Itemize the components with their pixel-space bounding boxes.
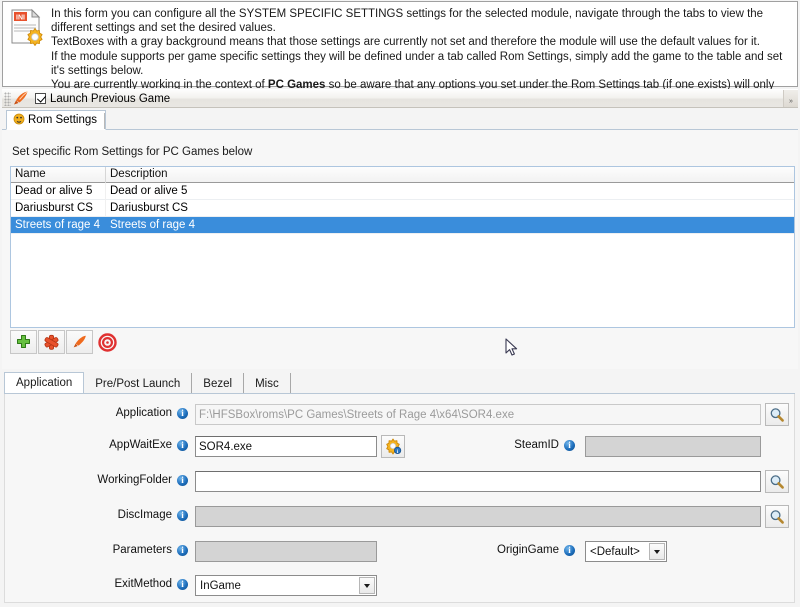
ini-document-gear-icon: INI	[9, 8, 45, 48]
info-icon[interactable]	[177, 439, 188, 451]
info-paragraph-3: If the module supports per game specific…	[51, 50, 783, 77]
steamid-label-group: SteamID	[435, 439, 575, 451]
add-rom-button[interactable]	[10, 330, 37, 354]
workingfolder-input[interactable]	[195, 471, 761, 492]
rom-settings-grid[interactable]: Name Description Dead or alive 5 Dead or…	[10, 166, 795, 328]
info-icon[interactable]	[177, 407, 188, 419]
info-icon[interactable]	[177, 544, 188, 556]
discimage-label: DiscImage	[117, 509, 172, 521]
info-paragraph-2: TextBoxes with a gray background means t…	[51, 36, 760, 49]
table-row[interactable]: Dariusburst CS Dariusburst CS	[11, 200, 794, 217]
rom-grid-button-bar	[10, 330, 122, 354]
chevron-down-icon[interactable]	[359, 577, 375, 594]
toolbar: Launch Previous Game »	[2, 89, 798, 108]
info-icon[interactable]	[177, 509, 188, 521]
cell-name: Dariusburst CS	[11, 200, 106, 217]
tab-application-label: Application	[16, 377, 73, 389]
delete-rom-button[interactable]	[38, 330, 65, 354]
parameters-label: Parameters	[112, 544, 172, 556]
tab-pre-post-launch[interactable]: Pre/Post Launch	[84, 373, 193, 394]
steamid-label: SteamID	[514, 439, 559, 451]
svg-text:INI: INI	[16, 15, 25, 22]
steamid-input[interactable]	[585, 436, 761, 457]
application-label: Application	[115, 407, 172, 419]
appwaitexe-input[interactable]: SOR4.exe	[195, 436, 377, 457]
appwaitexe-label: AppWaitExe	[109, 439, 172, 451]
tab-misc[interactable]: Misc	[244, 373, 291, 394]
toolbar-overflow-button[interactable]: »	[783, 90, 798, 107]
info-icon[interactable]	[564, 439, 575, 451]
window-root: INI In this form you can configure all t…	[0, 0, 800, 607]
cell-name: Streets of rage 4	[15, 219, 101, 231]
application-tabstrip: Application Pre/Post Launch Bezel Misc	[4, 372, 795, 394]
launch-rom-button[interactable]	[66, 330, 93, 354]
cell-name: Dead or alive 5	[11, 183, 106, 200]
launch-previous-game-label: Launch Previous Game	[50, 92, 171, 105]
rom-settings-icon	[13, 113, 25, 128]
parameters-label-group: Parameters	[13, 544, 188, 556]
chevron-down-icon[interactable]	[649, 543, 665, 560]
appwaitexe-label-group: AppWaitExe	[13, 439, 188, 451]
application-label-group: Application	[13, 407, 188, 419]
tab-rom-settings-label: Rom Settings	[28, 114, 98, 126]
origingame-label-group: OriginGame	[435, 544, 575, 556]
exitmethod-value: InGame	[200, 579, 241, 592]
tab-application[interactable]: Application	[4, 372, 85, 394]
discimage-label-group: DiscImage	[13, 509, 188, 521]
tab-rom-settings[interactable]: Rom Settings	[6, 110, 107, 130]
rom-settings-description: Set specific Rom Settings for PC Games b…	[12, 146, 253, 158]
workingfolder-browse-button[interactable]	[765, 470, 789, 493]
grid-header-name[interactable]: Name	[11, 167, 106, 183]
table-row[interactable]: Dead or alive 5 Dead or alive 5	[11, 183, 794, 200]
appwaitexe-gear-button[interactable]: i	[381, 435, 405, 458]
tab-separator	[104, 113, 105, 129]
grid-header-row: Name Description	[11, 167, 794, 183]
cell-description: Dead or alive 5	[110, 185, 188, 197]
table-row-selected[interactable]: Streets of rage 4 Streets of rage 4	[11, 217, 794, 234]
origingame-select[interactable]: <Default>	[585, 541, 667, 562]
tab-misc-label: Misc	[255, 377, 279, 390]
discimage-input[interactable]	[195, 506, 761, 527]
cell-description: Streets of rage 4	[110, 219, 196, 231]
rom-settings-page: Set specific Rom Settings for PC Games b…	[2, 130, 798, 369]
exitmethod-label: ExitMethod	[114, 578, 172, 590]
tab-pre-post-launch-label: Pre/Post Launch	[95, 377, 181, 390]
checkbox-box[interactable]	[35, 93, 46, 104]
cell-description: Dariusburst CS	[110, 202, 188, 214]
exitmethod-label-group: ExitMethod	[13, 578, 188, 590]
application-input[interactable]: F:\HFSBox\roms\PC Games\Streets of Rage …	[195, 404, 761, 425]
rocket-icon[interactable]	[11, 90, 31, 107]
rom-settings-tabstrip: Rom Settings	[2, 110, 798, 130]
tab-bezel[interactable]: Bezel	[192, 373, 245, 394]
info-panel: INI In this form you can configure all t…	[2, 1, 798, 105]
info-icon[interactable]	[564, 544, 575, 556]
workingfolder-label-group: WorkingFolder	[13, 474, 188, 486]
info-icon[interactable]	[177, 578, 188, 590]
info-paragraph-1: In this form you can configure all the S…	[51, 8, 764, 35]
origingame-label: OriginGame	[497, 544, 559, 556]
info-icon[interactable]	[177, 474, 188, 486]
origingame-value: <Default>	[590, 545, 640, 558]
application-browse-button[interactable]	[765, 403, 789, 426]
parameters-input[interactable]	[195, 541, 377, 562]
toolbar-grip[interactable]	[4, 91, 11, 106]
target-button[interactable]	[94, 330, 121, 354]
mouse-pointer	[505, 338, 519, 358]
launch-previous-game-checkbox[interactable]: Launch Previous Game	[35, 93, 170, 105]
grid-header-description[interactable]: Description	[106, 167, 794, 183]
exitmethod-select[interactable]: InGame	[195, 575, 377, 596]
workingfolder-label: WorkingFolder	[97, 474, 172, 486]
discimage-browse-button[interactable]	[765, 505, 789, 528]
tab-bezel-label: Bezel	[203, 377, 233, 390]
application-settings-form: Application F:\HFSBox\roms\PC Games\Stre…	[4, 394, 795, 603]
